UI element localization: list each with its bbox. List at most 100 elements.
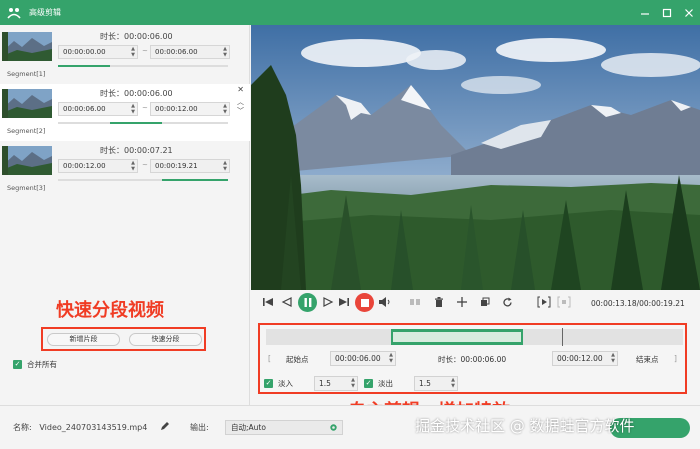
spinner-icon[interactable]: ▲ ▼	[131, 103, 135, 115]
segment-range-bar	[58, 179, 228, 181]
spinner-icon[interactable]: ▲ ▼	[223, 103, 227, 115]
segment-thumbnail	[2, 146, 52, 175]
segment-item[interactable]: Segment[1] 时长：00:00:06.00 00:00:00.00 ▲ ▼ …	[0, 27, 250, 84]
skip-to-end-button[interactable]	[337, 295, 351, 309]
segment-duration: 时长：00:00:06.00	[100, 32, 173, 41]
new-segment-button[interactable]: 新增片段	[47, 333, 120, 346]
minimize-button[interactable]	[634, 0, 656, 25]
start-point-label[interactable]: 起始点	[286, 354, 309, 365]
bracket-play-icon	[537, 296, 551, 308]
quick-split-button[interactable]: 快速分段	[129, 333, 202, 346]
delete-button[interactable]	[432, 295, 446, 309]
previous-frame-button[interactable]	[280, 295, 294, 309]
segment-item[interactable]: Segment[3] 时长：00:00:07.21 00:00:12.00 ▲ ▼ …	[0, 141, 250, 198]
fade-out-checkbox[interactable]: ✓ 淡出	[364, 378, 393, 389]
player-controls: 00:00:13.18/00:00:19.21	[251, 290, 700, 315]
next-frame-button[interactable]	[321, 295, 335, 309]
segment-thumbnail	[2, 32, 52, 61]
set-in-point-button[interactable]	[536, 295, 552, 309]
edit-pencil-icon[interactable]	[160, 421, 170, 431]
pause-button[interactable]	[298, 293, 317, 312]
segment-start-time[interactable]: 00:00:06.00 ▲ ▼	[58, 102, 138, 116]
stop-button[interactable]	[355, 293, 374, 312]
split-icon	[410, 299, 420, 305]
filename: 名称: Video_240703143519.mp4	[13, 423, 148, 432]
set-out-point-button[interactable]	[556, 295, 572, 309]
range-separator: ~	[142, 104, 148, 112]
checkbox-checked-icon: ✓	[364, 379, 373, 388]
stop-icon	[360, 298, 369, 307]
watermark: 掘金技术社区 @ 数据蛙官方软件	[415, 417, 635, 435]
segment-start-time[interactable]: 00:00:00.00 ▲ ▼	[58, 45, 138, 59]
segment-thumbnail	[2, 89, 52, 118]
range-separator: ~	[142, 47, 148, 55]
trim-selection[interactable]	[391, 329, 523, 345]
skip-start-icon	[263, 298, 273, 306]
video-preview[interactable]	[251, 25, 700, 290]
reset-button[interactable]	[500, 295, 514, 309]
maximize-button[interactable]	[656, 0, 678, 25]
segment-item[interactable]: Segment[2] 时长：00:00:06.00 00:00:06.00 ▲ ▼ …	[0, 84, 250, 141]
checkbox-checked-icon: ✓	[264, 379, 273, 388]
annotation-box: 新增片段 快速分段	[41, 327, 206, 351]
checkbox-checked-icon: ✓	[13, 360, 22, 369]
spinner-icon[interactable]: ▲ ▼	[223, 46, 227, 58]
trim-start-input[interactable]: 00:00:06.00 ▲ ▼	[330, 351, 396, 366]
end-point-label[interactable]: 结束点	[636, 354, 659, 365]
output-select[interactable]: 自动;Auto	[225, 420, 343, 435]
spinner-icon[interactable]: ▲ ▼	[131, 46, 135, 58]
previous-frame-icon	[281, 297, 292, 307]
spinner-icon[interactable]: ▲ ▼	[451, 377, 455, 389]
spinner-icon[interactable]: ▲ ▼	[351, 377, 355, 389]
trim-duration: 时长：00:00:06.00	[438, 355, 507, 364]
move-down-icon[interactable]: ﹀	[237, 106, 244, 116]
trim-timeline[interactable]	[266, 328, 683, 346]
skip-end-icon	[339, 298, 349, 306]
add-button[interactable]	[455, 295, 469, 309]
delete-segment-icon[interactable]: ✕	[237, 85, 244, 94]
title-bar: 高级剪辑	[0, 0, 700, 25]
window-title: 高级剪辑	[29, 8, 61, 17]
fade-in-checkbox[interactable]: ✓ 淡入	[264, 378, 293, 389]
spinner-icon[interactable]: ▲ ▼	[131, 160, 135, 172]
bracket-left-icon: [	[268, 354, 271, 363]
merge-all-checkbox[interactable]: ✓ 合并所有	[13, 359, 57, 370]
volume-button[interactable]	[377, 295, 391, 309]
fade-out-input[interactable]: 1.5 ▲ ▼	[414, 376, 458, 391]
trim-end-input[interactable]: 00:00:12.00 ▲ ▼	[552, 351, 618, 366]
annotation-text: 快速分段视频	[56, 300, 164, 321]
refresh-icon	[502, 297, 512, 306]
range-separator: ~	[142, 161, 148, 169]
segment-end-time[interactable]: 00:00:19.21 ▲ ▼	[150, 159, 230, 173]
volume-icon	[378, 297, 389, 307]
close-button[interactable]	[678, 0, 700, 25]
trim-panel: [ 起始点 00:00:06.00 ▲ ▼ 时长：00:00:06.00 00:00…	[258, 323, 687, 394]
trash-icon	[435, 296, 443, 307]
pause-icon	[304, 298, 311, 307]
split-button[interactable]	[408, 295, 422, 309]
plus-icon	[457, 297, 467, 307]
playback-timecode: 00:00:13.18/00:00:19.21	[591, 299, 685, 308]
playhead[interactable]	[562, 328, 563, 346]
segment-end-time[interactable]: 00:00:12.00 ▲ ▼	[150, 102, 230, 116]
output-label: 输出:	[190, 423, 209, 432]
copy-button[interactable]	[478, 295, 492, 309]
segment-duration: 时长：00:00:06.00	[100, 89, 173, 98]
segment-start-time[interactable]: 00:00:12.00 ▲ ▼	[58, 159, 138, 173]
segment-range-bar	[58, 65, 228, 67]
segment-label: Segment[1]	[7, 70, 46, 78]
skip-to-start-button[interactable]	[261, 295, 275, 309]
segment-label: Segment[2]	[7, 127, 46, 135]
spinner-icon[interactable]: ▲ ▼	[223, 160, 227, 172]
copy-icon	[481, 297, 490, 306]
fade-in-input[interactable]: 1.5 ▲ ▼	[314, 376, 358, 391]
segment-label: Segment[3]	[7, 184, 46, 192]
segment-range-bar	[58, 122, 228, 124]
segment-duration: 时长：00:00:07.21	[100, 146, 173, 155]
gear-icon[interactable]	[329, 423, 338, 432]
spinner-icon[interactable]: ▲ ▼	[611, 352, 615, 364]
next-frame-icon	[323, 297, 334, 307]
segment-panel: Segment[1] 时长：00:00:06.00 00:00:00.00 ▲ ▼ …	[0, 25, 250, 405]
segment-end-time[interactable]: 00:00:06.00 ▲ ▼	[150, 45, 230, 59]
spinner-icon[interactable]: ▲ ▼	[389, 352, 393, 364]
